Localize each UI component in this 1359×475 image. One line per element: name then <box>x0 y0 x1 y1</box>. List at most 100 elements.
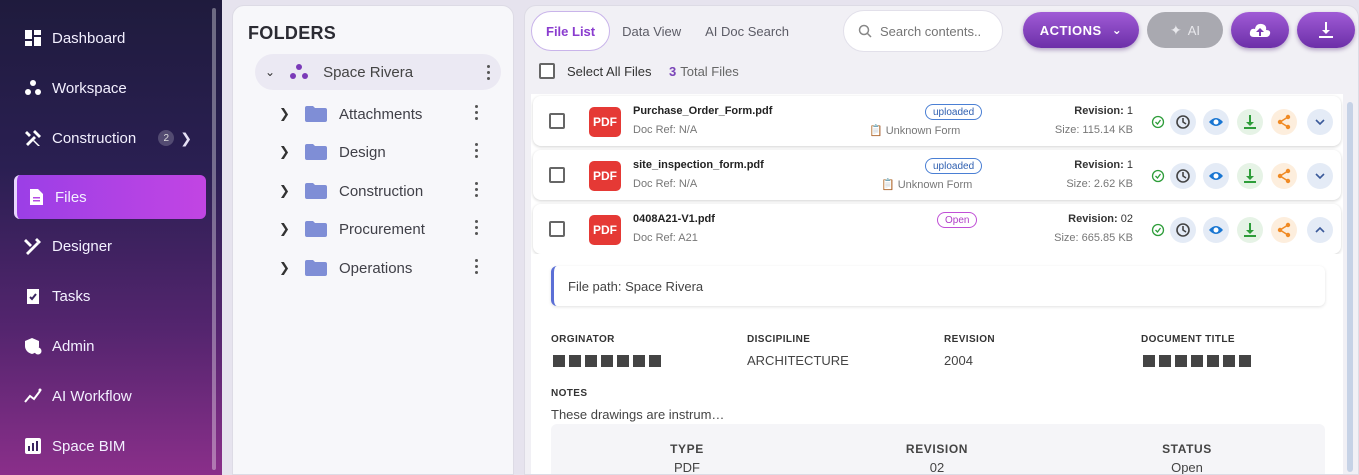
file-row[interactable]: PDF site_inspection_form.pdf Doc Ref: N/… <box>533 150 1341 200</box>
tab-file-list[interactable]: File List <box>531 11 611 51</box>
expand-button[interactable] <box>1307 109 1333 135</box>
download-all-button[interactable] <box>1297 12 1355 48</box>
history-icon <box>1176 223 1190 237</box>
actions-button[interactable]: ACTIONS ⌄ <box>1023 12 1139 48</box>
sidebar-item-space-bim[interactable]: Space BIM <box>14 424 206 468</box>
sidebar-item-construction[interactable]: Construction 2 ❯ <box>14 116 206 160</box>
select-all-checkbox[interactable] <box>539 63 555 79</box>
download-button[interactable] <box>1237 109 1263 135</box>
revision: Revision: 1 <box>1074 159 1133 171</box>
sidebar-item-admin[interactable]: Admin <box>14 324 206 368</box>
expand-button[interactable] <box>1307 163 1333 189</box>
folders-panel: FOLDERS ⌄ Space Rivera ❯ Attachments ❯ D… <box>232 5 514 475</box>
history-button[interactable] <box>1170 163 1196 189</box>
history-button[interactable] <box>1170 217 1196 243</box>
revision-value: 02 <box>1120 213 1133 225</box>
chevron-down-icon: ⌄ <box>1111 23 1123 37</box>
pdf-icon: PDF <box>589 161 621 191</box>
folder-item[interactable]: ❯ Attachments <box>279 99 489 129</box>
space-icon <box>290 64 309 79</box>
file-row[interactable]: PDF 0408A21-V1.pdf Doc Ref: A21 Open Rev… <box>533 204 1341 254</box>
view-button[interactable] <box>1203 109 1229 135</box>
folder-icon <box>305 221 327 237</box>
more-options-icon[interactable] <box>475 143 479 161</box>
row-checkbox[interactable] <box>549 167 565 183</box>
history-button[interactable] <box>1170 109 1196 135</box>
folder-root-space-rivera[interactable]: ⌄ Space Rivera <box>255 54 501 90</box>
share-button[interactable] <box>1271 163 1297 189</box>
view-button[interactable] <box>1203 217 1229 243</box>
file-size: Size: 115.14 KB <box>1054 124 1133 136</box>
file-name[interactable]: Purchase_Order_Form.pdf <box>633 105 772 117</box>
search-input[interactable] <box>880 23 990 39</box>
more-options-icon[interactable] <box>475 105 479 123</box>
file-size: Size: 2.62 KB <box>1066 178 1133 190</box>
select-all[interactable]: Select All Files <box>539 61 652 81</box>
file-row[interactable]: PDF Purchase_Order_Form.pdf Doc Ref: N/A… <box>533 96 1341 146</box>
chevron-right-icon[interactable]: ❯ <box>279 183 291 199</box>
download-button[interactable] <box>1237 217 1263 243</box>
file-name[interactable]: site_inspection_form.pdf <box>633 159 764 171</box>
sidebar-item-label: Space BIM <box>52 437 126 455</box>
sidebar-item-workspace[interactable]: Workspace <box>14 66 206 110</box>
folder-item[interactable]: ❯ Design <box>279 137 489 167</box>
revision: Revision: 02 <box>1068 213 1133 225</box>
eye-icon <box>1209 226 1223 234</box>
ai-workflow-icon <box>24 388 42 403</box>
folder-item[interactable]: ❯ Operations <box>279 253 489 283</box>
upload-button[interactable] <box>1231 12 1289 48</box>
view-button[interactable] <box>1203 163 1229 189</box>
download-icon <box>1319 22 1333 38</box>
actions-label: ACTIONS <box>1039 22 1102 38</box>
tab-data-view[interactable]: Data View <box>610 11 693 51</box>
sidebar-item-tasks[interactable]: Tasks <box>14 274 206 318</box>
search-box[interactable] <box>843 10 1003 52</box>
tab-ai-doc-search[interactable]: AI Doc Search <box>693 11 801 51</box>
check-circle-icon <box>1151 223 1165 237</box>
more-options-icon[interactable] <box>475 220 479 238</box>
count-badge: 2 <box>158 130 175 146</box>
sidebar-item-files[interactable]: Files <box>14 175 206 219</box>
clipboard-icon: 📋 <box>881 179 895 191</box>
sidebar-item-label: Files <box>55 188 87 206</box>
status-badge: uploaded <box>925 104 983 120</box>
sidebar-item-dashboard[interactable]: Dashboard <box>14 16 206 60</box>
folder-label: Procurement <box>339 220 425 238</box>
ai-label: AI <box>1187 22 1201 38</box>
table-cell-status: Open <box>1171 460 1203 475</box>
sidebar-item-ai-workflow[interactable]: AI Workflow <box>14 374 206 418</box>
revision-label: REVISION <box>944 334 995 345</box>
folder-item[interactable]: ❯ Procurement <box>279 214 489 244</box>
file-name[interactable]: 0408A21-V1.pdf <box>633 213 715 225</box>
chevron-right-icon[interactable]: ❯ <box>279 221 291 237</box>
download-button[interactable] <box>1237 163 1263 189</box>
share-button[interactable] <box>1271 217 1297 243</box>
chevron-right-icon[interactable]: ❯ <box>279 106 291 122</box>
sidebar-item-label: Workspace <box>52 79 127 97</box>
collapse-button[interactable] <box>1307 217 1333 243</box>
sidebar-scrollbar[interactable] <box>212 8 216 470</box>
sidebar-item-designer[interactable]: Designer <box>14 224 206 268</box>
share-button[interactable] <box>1271 109 1297 135</box>
history-icon <box>1176 169 1190 183</box>
more-options-icon[interactable] <box>475 259 479 277</box>
row-checkbox[interactable] <box>549 221 565 237</box>
total-files: 3 Total Files <box>669 64 739 79</box>
file-details: File path: Space Rivera ORGINATOR DISCIP… <box>533 254 1341 475</box>
more-options-icon[interactable] <box>487 65 491 83</box>
folder-item[interactable]: ❯ Construction <box>279 176 489 206</box>
chevron-right-icon[interactable]: ❯ <box>279 144 291 160</box>
folder-label: Construction <box>339 182 424 200</box>
chevron-right-icon[interactable]: ❯ <box>279 260 291 276</box>
pdf-icon: PDF <box>589 215 621 245</box>
revision-value: 2004 <box>944 353 973 368</box>
chevron-down-icon[interactable]: ⌄ <box>265 65 275 79</box>
row-checkbox[interactable] <box>549 113 565 129</box>
pdf-icon: PDF <box>589 107 621 137</box>
more-options-icon[interactable] <box>475 182 479 200</box>
folder-label: Design <box>339 143 386 161</box>
chevron-right-icon[interactable]: ❯ <box>180 130 192 147</box>
list-scrollbar[interactable] <box>1347 102 1353 472</box>
doc-ref: Doc Ref: N/A <box>633 124 698 136</box>
ai-button[interactable]: ✦ AI <box>1147 12 1223 48</box>
